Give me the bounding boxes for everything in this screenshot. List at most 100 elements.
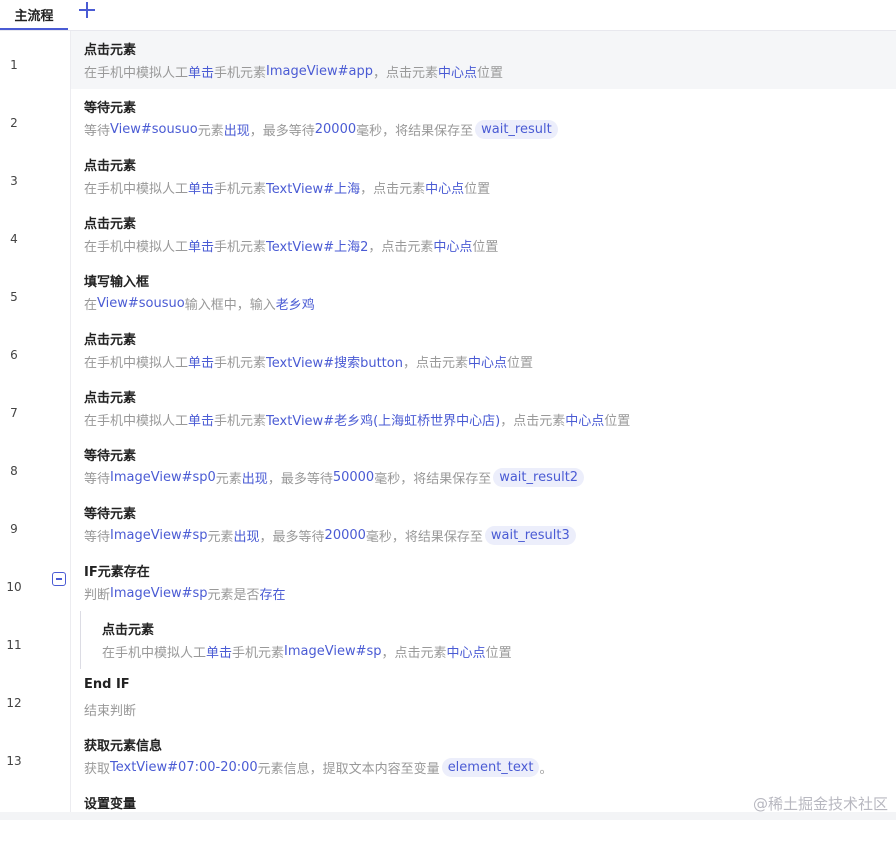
param-value[interactable]: ImageView#sp (110, 528, 207, 543)
step-description: 在 View#sousuo 输入框中，输入 老乡鸡 (84, 294, 315, 313)
variable-pill[interactable]: wait_result3 (484, 526, 576, 545)
tab-main-flow[interactable]: 主流程 (0, 0, 68, 30)
desc-text: 在手机中模拟人工 (84, 414, 189, 429)
tab-bar: 主流程 (0, 0, 896, 31)
step-content[interactable]: 填写输入框在 View#sousuo 输入框中，输入 老乡鸡 (71, 263, 896, 321)
line-number: 8 (10, 464, 18, 478)
watermark: @稀土掘金技术社区 (752, 795, 888, 813)
step-content[interactable]: 等待元素 等待 ImageView#sp0 元素 出现 ，最多等待 50000 毫秒，将结果保… (71, 437, 896, 495)
param-value[interactable]: 单击 (188, 62, 214, 81)
desc-text: 手机元素 (214, 66, 267, 81)
param-value[interactable]: ImageView#app (266, 64, 373, 79)
variable-pill[interactable]: element_text (441, 758, 540, 777)
param-value[interactable]: TextView#老乡鸡(上海虹桥世界中心店) (266, 410, 500, 429)
line-number: 3 (10, 174, 18, 188)
variable-pill[interactable]: wait_result2 (493, 468, 585, 487)
step-title: 点击元素 (102, 623, 155, 638)
param-value[interactable]: 单击 (188, 236, 214, 255)
param-value[interactable]: 单击 (188, 178, 214, 197)
step-content[interactable]: 点击元素 在手机中模拟人工 单击 手机元素 TextView#上海 ，点击元素 中心点 位置 (71, 147, 896, 205)
step-content[interactable]: 点击元素在手机中模拟人工 单击 手机元素 TextView#老乡鸡(上海虹桥世界中心店… (71, 379, 896, 437)
flow-step-row[interactable]: 1 点击元素 在手机中模拟人工 单击 手机元素 ImageView#app ，点击元素 中心点… (0, 31, 896, 89)
flow-step-row[interactable]: 7 点击元素 在手机中模拟人工 单击 手机元素 TextView#老乡鸡(上海虹桥世界中心… (0, 379, 896, 437)
param-value[interactable]: 中心点 (433, 236, 472, 255)
desc-text: 位置 (472, 240, 499, 255)
variable-pill[interactable]: wait_result (475, 120, 558, 139)
flow-step-row[interactable]: 3 点击元素 在手机中模拟人工 单击 手机元素 TextView#上海 ，点击元素 中心点 位置 (0, 147, 896, 205)
desc-text: 元素 (215, 472, 242, 487)
param-value[interactable]: TextView#07:00-20:00 (110, 760, 258, 775)
desc-text: 元素信息，提取文本内容至变量 (257, 762, 440, 777)
param-value[interactable]: 单击 (206, 642, 232, 661)
step-title: 点击元素 (84, 217, 137, 232)
param-value[interactable]: TextView#搜索button (266, 352, 403, 371)
param-value[interactable]: TextView#上海2 (266, 236, 368, 255)
step-content[interactable]: 等待元素 等待 View#sousuo 元素 出现 ，最多等待 20000 毫秒，将结果保存至… (71, 89, 896, 147)
flow-step-row[interactable]: 8 等待元素 等待 ImageView#sp0 元素 出现 ，最多等待 50000 毫秒，将结果… (0, 437, 896, 495)
param-value[interactable]: 50000 (333, 470, 374, 485)
desc-text: ，点击元素 (381, 646, 447, 661)
line-number: 2 (10, 116, 18, 130)
step-description: 在手机中模拟人工 单击 手机元素 TextView#上海2 ，点击元素 中心点 位置 (84, 236, 498, 255)
desc-text: ，最多等待 (267, 472, 333, 487)
desc-text: ，点击元素 (402, 356, 468, 371)
param-value[interactable]: 中心点 (447, 642, 486, 661)
step-content[interactable]: 等待元素 等待 ImageView#sp 元素 出现 ，最多等待 20000 毫秒，将结果保存… (71, 495, 896, 553)
desc-text: 元素是否 (207, 588, 260, 603)
step-content[interactable]: 点击元素 在手机中模拟人工 单击 手机元素 TextView#搜索button ，点击元素… (71, 321, 896, 379)
param-value[interactable]: 出现 (224, 120, 250, 139)
flow-step-row[interactable]: 13 获取元素信息 获取 TextView#07:00-20:00 元素信息，提取文本内… (0, 727, 896, 785)
step-title: 点击元素 (84, 391, 137, 406)
step-title: 设置变量 (84, 797, 137, 812)
step-title: 填写输入框 (84, 275, 150, 290)
line-number: 13 (6, 754, 22, 768)
flow-step-row[interactable]: 11 点击元素 在手机中模拟人工 单击 手机元素 ImageView#sp ，点击元素 中心点… (0, 611, 896, 669)
flow-step-row[interactable]: 5 填写输入框在 View#sousuo 输入框中，输入 老乡鸡 (0, 263, 896, 321)
step-content[interactable]: 获取元素信息 获取 TextView#07:00-20:00 元素信息，提取文本内容至… (71, 727, 896, 785)
flow-step-row[interactable]: 9 等待元素 等待 ImageView#sp 元素 出现 ，最多等待 20000 毫秒，将结果保… (0, 495, 896, 553)
param-value[interactable]: 中心点 (468, 352, 507, 371)
param-value[interactable]: 中心点 (438, 62, 477, 81)
line-number: 12 (6, 696, 22, 710)
param-value[interactable]: 20000 (325, 528, 366, 543)
param-value[interactable]: 出现 (242, 468, 268, 487)
step-content[interactable]: 点击元素在手机中模拟人工 单击 手机元素 TextView#上海2 ，点击元素 中心点 位置 (71, 205, 896, 263)
param-value[interactable]: 单击 (188, 410, 214, 429)
desc-text: ，点击元素 (372, 66, 438, 81)
desc-text: 手机元素 (214, 356, 267, 371)
line-number: 5 (10, 290, 18, 304)
param-value[interactable]: TextView#上海 (266, 178, 360, 197)
param-value[interactable]: 存在 (260, 584, 286, 603)
step-content[interactable]: IF元素存在 判断 ImageView#sp 元素是否 存在 (71, 553, 896, 611)
flow-step-row[interactable]: 4 点击元素 在手机中模拟人工 单击 手机元素 TextView#上海2 ，点击元素 中心点位… (0, 205, 896, 263)
flow-step-row[interactable]: 10 IF元素存在 判断 ImageView#sp 元素是否 存在 (0, 553, 896, 611)
step-description: 在手机中模拟人工 单击 手机元素 TextView#搜索button ，点击元素 中心点位… (84, 352, 533, 371)
param-value[interactable]: 中心点 (565, 410, 604, 429)
param-value[interactable]: ImageView#sp0 (110, 470, 216, 485)
step-description: 在手机中模拟人工 单击 手机元素 TextView#老乡鸡(上海虹桥世界中心店) ，点击… (84, 410, 630, 429)
step-content[interactable]: End IF 结束判断 (71, 669, 896, 727)
step-content[interactable]: 点击元素在手机中模拟人工 单击 手机元素 ImageView#sp ，点击元素 中心点 位置 (71, 611, 896, 669)
param-value[interactable]: 20000 (315, 122, 356, 137)
step-content[interactable]: 点击元素 在手机中模拟人工 单击 手机元素 ImageView#app ，点击元素 中心点位… (71, 31, 896, 89)
param-value[interactable]: 中心点 (425, 178, 464, 197)
desc-text: 在手机中模拟人工 (84, 66, 189, 81)
param-value[interactable]: 出现 (234, 526, 260, 545)
plus-icon[interactable] (76, 0, 98, 22)
param-value[interactable]: ImageView#sp (110, 586, 207, 601)
desc-text: 在手机中模拟人工 (84, 182, 189, 197)
step-title: End IF (84, 677, 130, 692)
step-description: 在手机中模拟人工 单击 手机元素 ImageView#sp ，点击元素 中心点 位置 (102, 642, 512, 661)
flow-step-row[interactable]: 6 点击元素 在手机中模拟人工 单击 手机元素 TextView#搜索button ，点击元… (0, 321, 896, 379)
collapse-minus-icon[interactable] (52, 572, 66, 586)
param-value[interactable]: 单击 (188, 352, 214, 371)
param-value[interactable]: 老乡鸡 (276, 294, 315, 313)
param-value[interactable]: View#sousuo (97, 296, 185, 311)
desc-text: 手机元素 (214, 182, 267, 197)
flow-step-row[interactable]: 12 End IF 结束判断 (0, 669, 896, 727)
param-value[interactable]: View#sousuo (110, 122, 198, 137)
param-value[interactable]: ImageView#sp (284, 644, 381, 659)
desc-text: 位置 (604, 414, 631, 429)
step-title: 等待元素 (84, 449, 137, 464)
flow-step-row[interactable]: 2 等待元素 等待 View#sousuo 元素 出现 ，最多等待 20000 毫秒，将结果保存… (0, 89, 896, 147)
